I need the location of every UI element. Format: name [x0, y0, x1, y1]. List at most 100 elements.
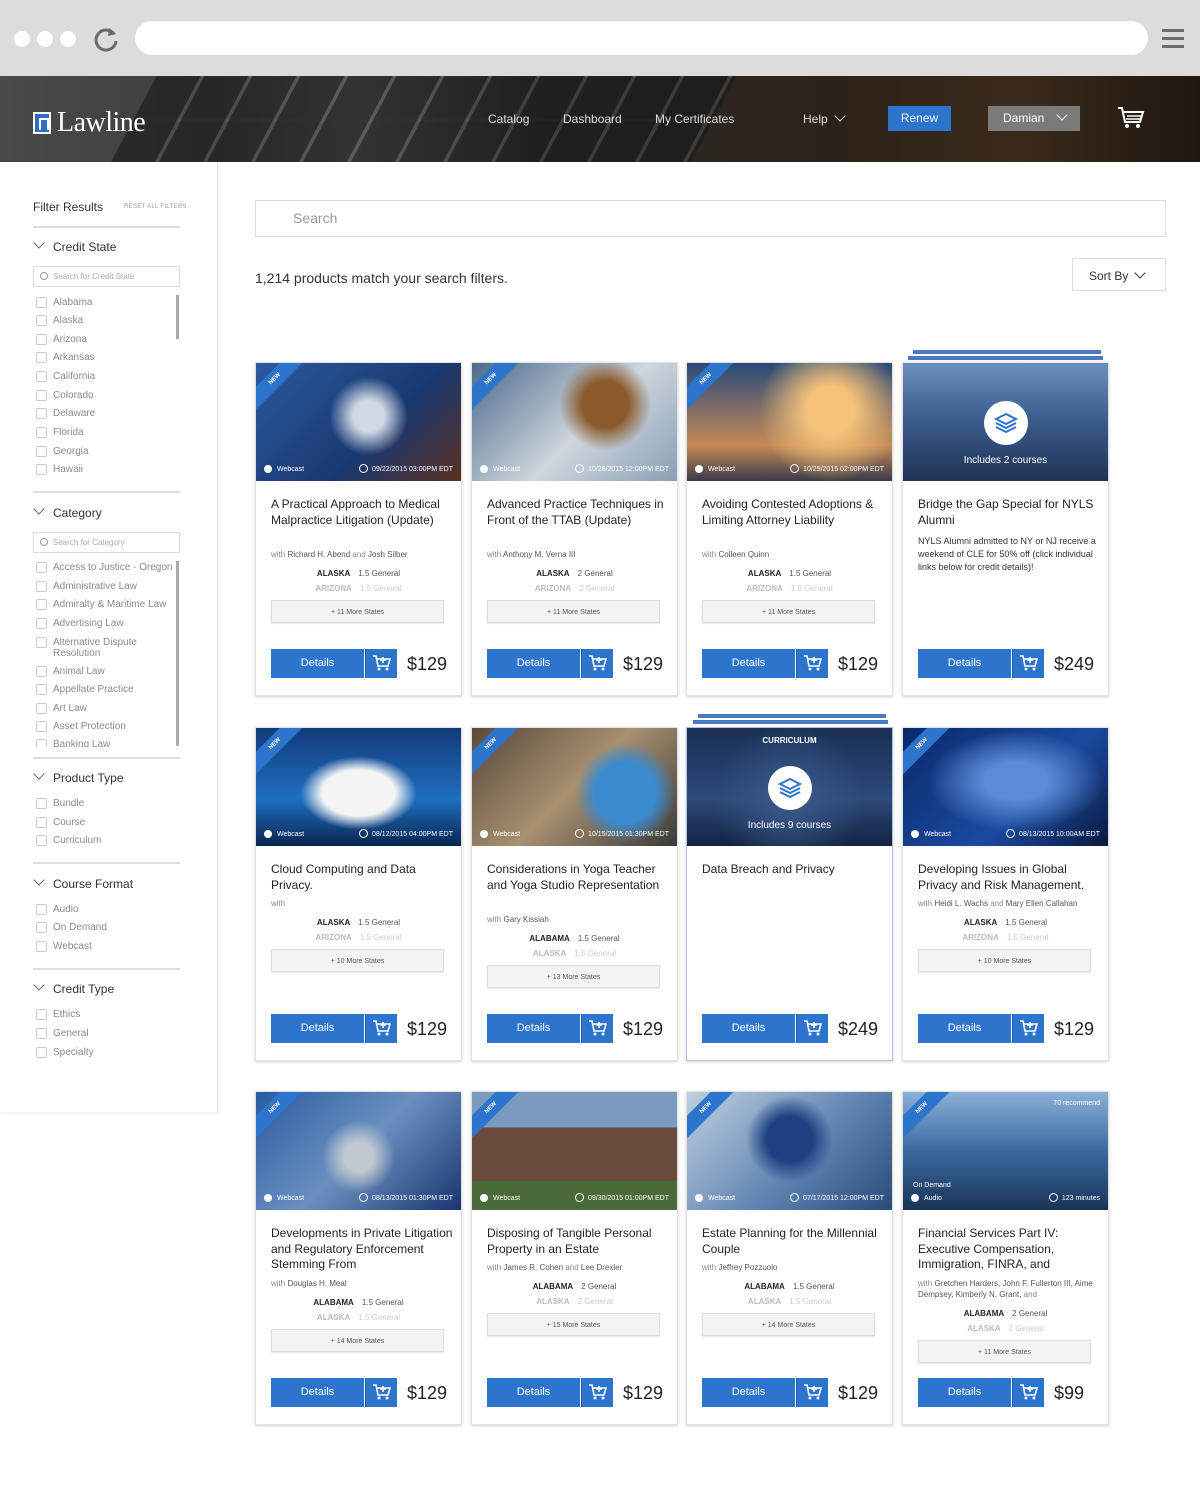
- window-dot[interactable]: [37, 31, 53, 47]
- checkbox-on-demand[interactable]: On Demand: [36, 922, 107, 933]
- user-menu-button[interactable]: Damian: [988, 106, 1080, 131]
- course-image[interactable]: CURRICULUM Includes 9 courses: [687, 728, 892, 846]
- course-image[interactable]: NEW Webcast 07/17/2015 12:00PM EDT: [687, 1092, 892, 1210]
- sort-by-dropdown[interactable]: Sort By: [1072, 258, 1166, 291]
- add-to-cart-button[interactable]: [796, 649, 828, 678]
- checkbox-specialty[interactable]: Specialty: [36, 1047, 94, 1058]
- lawline-logo[interactable]: Lawline: [33, 107, 146, 139]
- checkbox-administrative-law[interactable]: Administrative Law: [36, 581, 137, 592]
- checkbox-appellate[interactable]: Appellate Practice: [36, 684, 134, 695]
- category-search-input[interactable]: Search for Category: [33, 532, 180, 553]
- credit-state-search-input[interactable]: Search for Credit State: [33, 266, 180, 287]
- details-button[interactable]: Details: [271, 1014, 364, 1043]
- more-states-button[interactable]: + 14 More States: [702, 1313, 875, 1336]
- add-to-cart-button[interactable]: [581, 649, 613, 678]
- checkbox-course[interactable]: Course: [36, 817, 85, 828]
- checkbox-access-to-justice[interactable]: Access to Justice - Oregon: [36, 562, 173, 573]
- details-button[interactable]: Details: [487, 1378, 580, 1407]
- search-input[interactable]: Search: [255, 200, 1166, 237]
- course-title[interactable]: Developments in Private Litigation and R…: [271, 1226, 453, 1273]
- product-card[interactable]: Includes 2 courses Bridge the Gap Special…: [902, 362, 1109, 696]
- checkbox-webcast[interactable]: Webcast: [36, 941, 92, 952]
- product-card[interactable]: NEW Webcast 08/13/2015 01:30PM EDT Developm…: [255, 1091, 462, 1425]
- checkbox-bundle[interactable]: Bundle: [36, 798, 84, 809]
- details-button[interactable]: Details: [271, 1378, 364, 1407]
- add-to-cart-button[interactable]: [1012, 649, 1044, 678]
- product-card[interactable]: NEW Audio 123 minutes On Demand 70 recommend…: [902, 1091, 1109, 1425]
- filter-product-type-header[interactable]: Product Type: [33, 768, 124, 785]
- reload-icon[interactable]: [92, 25, 120, 53]
- course-image[interactable]: Includes 2 courses: [903, 363, 1108, 481]
- scrollbar[interactable]: [176, 295, 179, 339]
- add-to-cart-button[interactable]: [1012, 1014, 1044, 1043]
- checkbox-california[interactable]: California: [36, 371, 95, 382]
- add-to-cart-button[interactable]: [365, 1014, 397, 1043]
- course-title[interactable]: Financial Services Part IV: Executive Co…: [918, 1226, 1100, 1273]
- checkbox-general[interactable]: General: [36, 1028, 89, 1039]
- course-image[interactable]: NEW Webcast 08/13/2015 10:00AM EDT: [903, 728, 1108, 846]
- window-dot[interactable]: [60, 31, 76, 47]
- course-title[interactable]: Disposing of Tangible Personal Property …: [487, 1226, 669, 1257]
- product-card[interactable]: CURRICULUM Includes 9 courses Data Breach …: [686, 727, 893, 1061]
- checkbox-arkansas[interactable]: Arkansas: [36, 352, 95, 363]
- course-title[interactable]: Bridge the Gap Special for NYLS Alumni: [918, 497, 1100, 528]
- browser-menu-icon[interactable]: [1162, 29, 1184, 49]
- checkbox-ethics[interactable]: Ethics: [36, 1009, 80, 1020]
- course-title[interactable]: Cloud Computing and Data Privacy.: [271, 862, 453, 893]
- course-title[interactable]: Considerations in Yoga Teacher and Yoga …: [487, 862, 669, 893]
- product-card[interactable]: NEW Webcast 08/13/2015 10:00AM EDT Developi…: [902, 727, 1109, 1061]
- product-card[interactable]: NEW Webcast 10/29/2015 02:00PM EDT Avoiding…: [686, 362, 893, 696]
- nav-dashboard[interactable]: Dashboard: [563, 112, 622, 126]
- course-image[interactable]: NEW Audio 123 minutes On Demand 70 recommend: [903, 1092, 1108, 1210]
- product-card[interactable]: NEW Webcast 10/15/2015 01:30PM EDT Consider…: [471, 727, 678, 1061]
- more-states-button[interactable]: + 10 More States: [271, 949, 444, 972]
- checkbox-asset-protection[interactable]: Asset Protection: [36, 721, 126, 732]
- add-to-cart-button[interactable]: [581, 1378, 613, 1407]
- course-image[interactable]: NEW Webcast 10/15/2015 01:30PM EDT: [472, 728, 677, 846]
- checkbox-florida[interactable]: Florida: [36, 427, 84, 438]
- scrollbar[interactable]: [176, 561, 179, 746]
- checkbox-hawaii[interactable]: Hawaii: [36, 464, 83, 475]
- product-card[interactable]: NEW Webcast 07/17/2015 12:00PM EDT Estate P…: [686, 1091, 893, 1425]
- checkbox-adr[interactable]: Alternative Dispute Resolution: [36, 637, 161, 659]
- checkbox-audio[interactable]: Audio: [36, 904, 79, 915]
- add-to-cart-button[interactable]: [365, 1378, 397, 1407]
- filter-credit-state-header[interactable]: Credit State: [33, 237, 116, 254]
- course-image[interactable]: NEW Webcast 08/13/2015 01:30PM EDT: [256, 1092, 461, 1210]
- course-image[interactable]: NEW Webcast 08/12/2015 04:00PM EDT: [256, 728, 461, 846]
- checkbox-delaware[interactable]: Delaware: [36, 408, 95, 419]
- cart-icon[interactable]: [1117, 106, 1145, 130]
- more-states-button[interactable]: + 14 More States: [271, 1328, 444, 1352]
- course-title[interactable]: Data Breach and Privacy: [702, 862, 884, 878]
- checkbox-alaska[interactable]: Alaska: [36, 315, 83, 326]
- details-button[interactable]: Details: [271, 649, 364, 678]
- nav-catalog[interactable]: Catalog: [488, 112, 529, 126]
- course-title[interactable]: Avoiding Contested Adoptions & Limiting …: [702, 497, 884, 528]
- checkbox-alabama[interactable]: Alabama: [36, 297, 92, 308]
- nav-my-certificates[interactable]: My Certificates: [655, 112, 734, 126]
- renew-button[interactable]: Renew: [888, 106, 951, 131]
- more-states-button[interactable]: + 15 More States: [487, 1313, 660, 1336]
- details-button[interactable]: Details: [918, 1014, 1011, 1043]
- more-states-button[interactable]: + 11 More States: [702, 599, 875, 623]
- checkbox-admiralty[interactable]: Admiralty & Maritime Law: [36, 599, 166, 610]
- checkbox-banking-law[interactable]: Banking Law: [36, 739, 110, 747]
- course-image[interactable]: NEW Webcast 09/22/2015 03:00PM EDT: [256, 363, 461, 481]
- more-states-button[interactable]: + 11 More States: [271, 599, 444, 623]
- product-card[interactable]: NEW Webcast 08/12/2015 04:00PM EDT Cloud Co…: [255, 727, 462, 1061]
- details-button[interactable]: Details: [918, 649, 1011, 678]
- course-image[interactable]: NEW Webcast 10/28/2015 12:00PM EDT: [472, 363, 677, 481]
- course-title[interactable]: A Practical Approach to Medical Malpract…: [271, 497, 453, 528]
- address-bar[interactable]: [135, 21, 1148, 55]
- add-to-cart-button[interactable]: [796, 1378, 828, 1407]
- more-states-button[interactable]: + 13 More States: [487, 964, 660, 988]
- details-button[interactable]: Details: [702, 1014, 795, 1043]
- more-states-button[interactable]: + 10 More States: [918, 949, 1091, 972]
- checkbox-arizona[interactable]: Arizona: [36, 334, 87, 345]
- product-card[interactable]: NEW Webcast 10/28/2015 12:00PM EDT Advanced…: [471, 362, 678, 696]
- course-title[interactable]: Estate Planning for the Millennial Coupl…: [702, 1226, 884, 1257]
- checkbox-colorado[interactable]: Colorado: [36, 390, 94, 401]
- more-states-button[interactable]: + 11 More States: [487, 599, 660, 623]
- more-states-button[interactable]: + 11 More States: [918, 1339, 1091, 1363]
- checkbox-animal-law[interactable]: Animal Law: [36, 666, 105, 677]
